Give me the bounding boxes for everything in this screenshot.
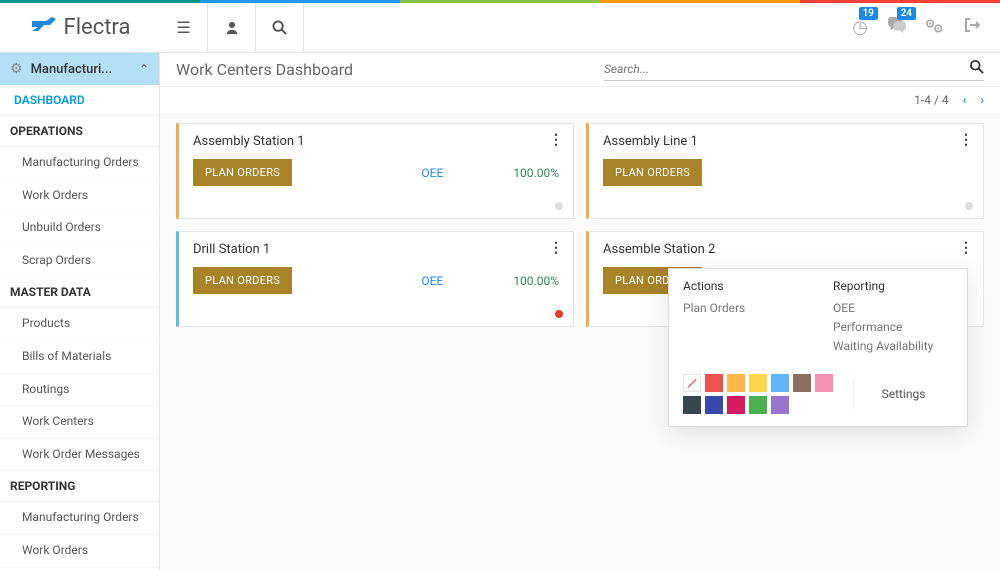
chevron-up-icon: ⌃ [139,62,149,76]
swatch[interactable] [771,374,789,392]
hamburger-icon[interactable]: ☰ [160,3,208,53]
popover-action-plan[interactable]: Plan Orders [683,301,803,315]
sidebar-item-mfg-orders[interactable]: Manufacturing Orders [0,147,159,180]
sidebar-item-dashboard[interactable]: DASHBOARD [0,85,159,116]
pager-next-icon[interactable]: › [980,93,984,107]
card-menu-icon[interactable]: ⋮ [549,240,563,256]
card-drill-station-1: Drill Station 1 ⋮ PLAN ORDERS OEE 100.00… [176,231,574,327]
sidebar-item-rep-mfg[interactable]: Manufacturing Orders [0,502,159,535]
oee-link[interactable]: OEE [421,274,443,288]
swatch[interactable] [749,374,767,392]
plan-orders-button[interactable]: PLAN ORDERS [193,159,292,186]
popover-rep-wait[interactable]: Waiting Availability [833,339,953,353]
plan-orders-button[interactable]: PLAN ORDERS [603,159,702,186]
search-submit-icon[interactable] [970,60,984,78]
settings-icon[interactable] [926,17,944,38]
card-menu-icon[interactable]: ⋮ [959,240,973,256]
pager: 1-4 / 4 ‹ › [160,87,1000,113]
sidebar-item-work-orders[interactable]: Work Orders [0,180,159,213]
card-title: Assembly Line 1 [603,134,969,149]
sidebar-item-workcenters[interactable]: Work Centers [0,406,159,439]
swatch[interactable] [705,374,723,392]
status-dot [965,202,973,210]
search-icon[interactable] [256,3,304,53]
popover-rep-oee[interactable]: OEE [833,301,953,315]
swatch[interactable] [771,396,789,414]
bird-icon [30,17,58,39]
brand-logo[interactable]: Flectra [0,15,160,40]
pager-prev-icon[interactable]: ‹ [963,93,967,107]
oee-percent: 100.00% [513,166,559,180]
card-assembly-line-1: Assembly Line 1 ⋮ PLAN ORDERS [586,123,984,219]
page-title: Work Centers Dashboard [176,60,353,79]
sidebar-head-operations: OPERATIONS [0,116,159,147]
card-title: Assemble Station 2 [603,242,969,257]
swatch-none[interactable] [683,374,701,392]
activity-badge: 19 [859,7,878,20]
module-name: Manufacturi... [31,62,113,77]
card-menu-icon[interactable]: ⋮ [959,132,973,148]
sidebar-head-reporting: REPORTING [0,471,159,502]
swatch[interactable] [727,396,745,414]
sidebar-item-products[interactable]: Products [0,308,159,341]
app-header: Flectra ☰ ◷19 24 [0,3,1000,53]
sidebar-item-unbuild[interactable]: Unbuild Orders [0,212,159,245]
sidebar: ⚙ Manufacturi... ⌃ DASHBOARD OPERATIONS … [0,53,160,570]
card-menu-icon[interactable]: ⋮ [549,132,563,148]
popover-actions-head: Actions [683,279,803,293]
card-title: Assembly Station 1 [193,134,559,149]
status-dot [555,202,563,210]
module-selector[interactable]: ⚙ Manufacturi... ⌃ [0,53,159,85]
sidebar-item-routings[interactable]: Routings [0,374,159,407]
swatch[interactable] [749,396,767,414]
top-accent-stripe [0,0,1000,3]
pager-text: 1-4 / 4 [914,93,948,107]
swatch[interactable] [683,396,701,414]
titlebar: Work Centers Dashboard [160,53,1000,87]
logout-icon[interactable] [964,17,980,38]
gear-icon: ⚙ [10,61,23,77]
sidebar-item-scrap[interactable]: Scrap Orders [0,245,159,278]
sidebar-head-master: MASTER DATA [0,277,159,308]
popover-rep-perf[interactable]: Performance [833,320,953,334]
swatch[interactable] [727,374,745,392]
sidebar-item-womsg[interactable]: Work Order Messages [0,439,159,472]
swatch[interactable] [705,396,723,414]
card-context-menu: Actions Plan Orders Reporting OEE Perfor… [668,268,968,427]
card-title: Drill Station 1 [193,242,559,257]
brand-text: Flectra [64,15,131,40]
swatch[interactable] [793,374,811,392]
user-icon[interactable] [208,3,256,53]
oee-percent: 100.00% [513,274,559,288]
search-field[interactable] [604,58,984,81]
messages-badge: 24 [897,7,916,20]
status-dot [555,310,563,318]
sidebar-item-bom[interactable]: Bills of Materials [0,341,159,374]
color-swatches [683,374,833,414]
activity-icon[interactable]: ◷19 [852,17,868,38]
popover-reporting-head: Reporting [833,279,953,293]
popover-settings-link[interactable]: Settings [853,379,953,409]
oee-link[interactable]: OEE [421,166,443,180]
search-input[interactable] [604,62,970,76]
card-assembly-station-1: Assembly Station 1 ⋮ PLAN ORDERS OEE 100… [176,123,574,219]
swatch[interactable] [815,374,833,392]
plan-orders-button[interactable]: PLAN ORDERS [193,267,292,294]
sidebar-item-rep-wo[interactable]: Work Orders [0,535,159,568]
messages-icon[interactable]: 24 [888,17,906,38]
